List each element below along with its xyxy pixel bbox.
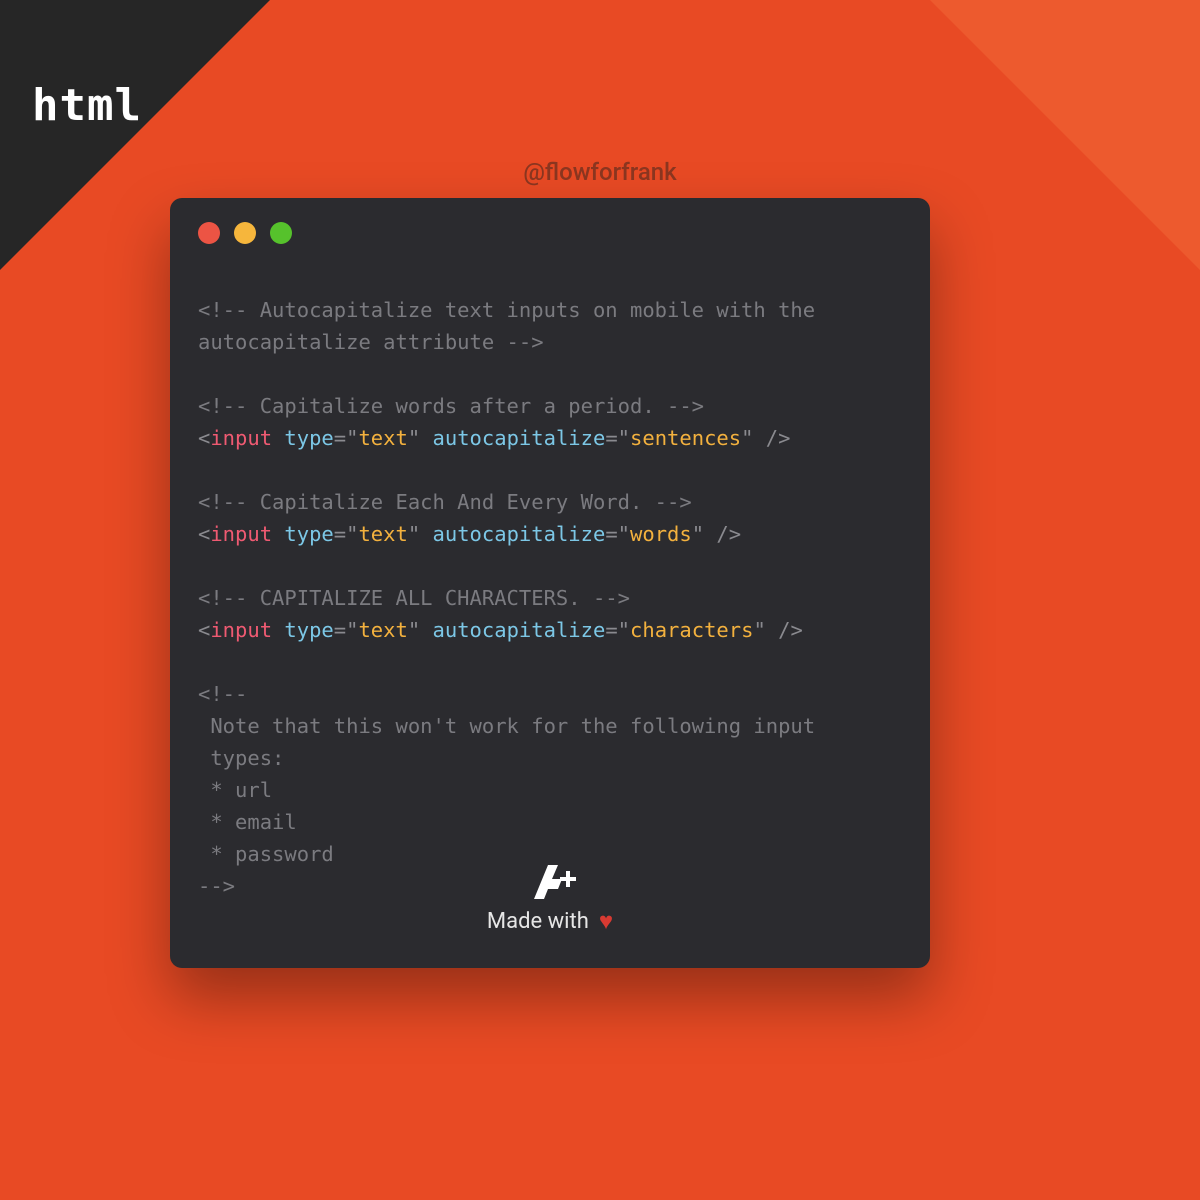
code-comment: autocapitalize attribute --> xyxy=(198,330,544,354)
code-comment: * url xyxy=(198,778,272,802)
code-comment: <!-- Capitalize Each And Every Word. --> xyxy=(198,490,692,514)
made-with-label: Made with ♥ xyxy=(487,907,613,936)
code-block: <!-- Autocapitalize text inputs on mobil… xyxy=(170,254,930,902)
made-with-text: Made with xyxy=(487,909,589,934)
code-comment: <!-- Capitalize words after a period. --… xyxy=(198,394,704,418)
minimize-icon[interactable] xyxy=(234,222,256,244)
code-comment: <!-- CAPITALIZE ALL CHARACTERS. --> xyxy=(198,586,630,610)
card-footer: Made with ♥ xyxy=(170,861,930,936)
language-badge: html xyxy=(32,80,142,131)
code-comment: <!-- Autocapitalize text inputs on mobil… xyxy=(198,298,815,322)
heart-icon: ♥ xyxy=(599,907,613,936)
code-comment: Note that this won't work for the follow… xyxy=(198,714,815,738)
close-icon[interactable] xyxy=(198,222,220,244)
author-handle: @flowforfrank xyxy=(0,158,1200,186)
window-controls xyxy=(170,198,930,254)
logo-a-plus-icon xyxy=(518,861,582,901)
code-card: <!-- Autocapitalize text inputs on mobil… xyxy=(170,198,930,968)
zoom-icon[interactable] xyxy=(270,222,292,244)
accent-triangle-light xyxy=(930,0,1200,270)
code-comment: <!-- xyxy=(198,682,247,706)
code-comment: types: xyxy=(198,746,284,770)
code-line: <input type="text" autocapitalize="chara… xyxy=(198,618,803,642)
code-line: <input type="text" autocapitalize="sente… xyxy=(198,426,790,450)
code-line: <input type="text" autocapitalize="words… xyxy=(198,522,741,546)
code-comment: * email xyxy=(198,810,297,834)
